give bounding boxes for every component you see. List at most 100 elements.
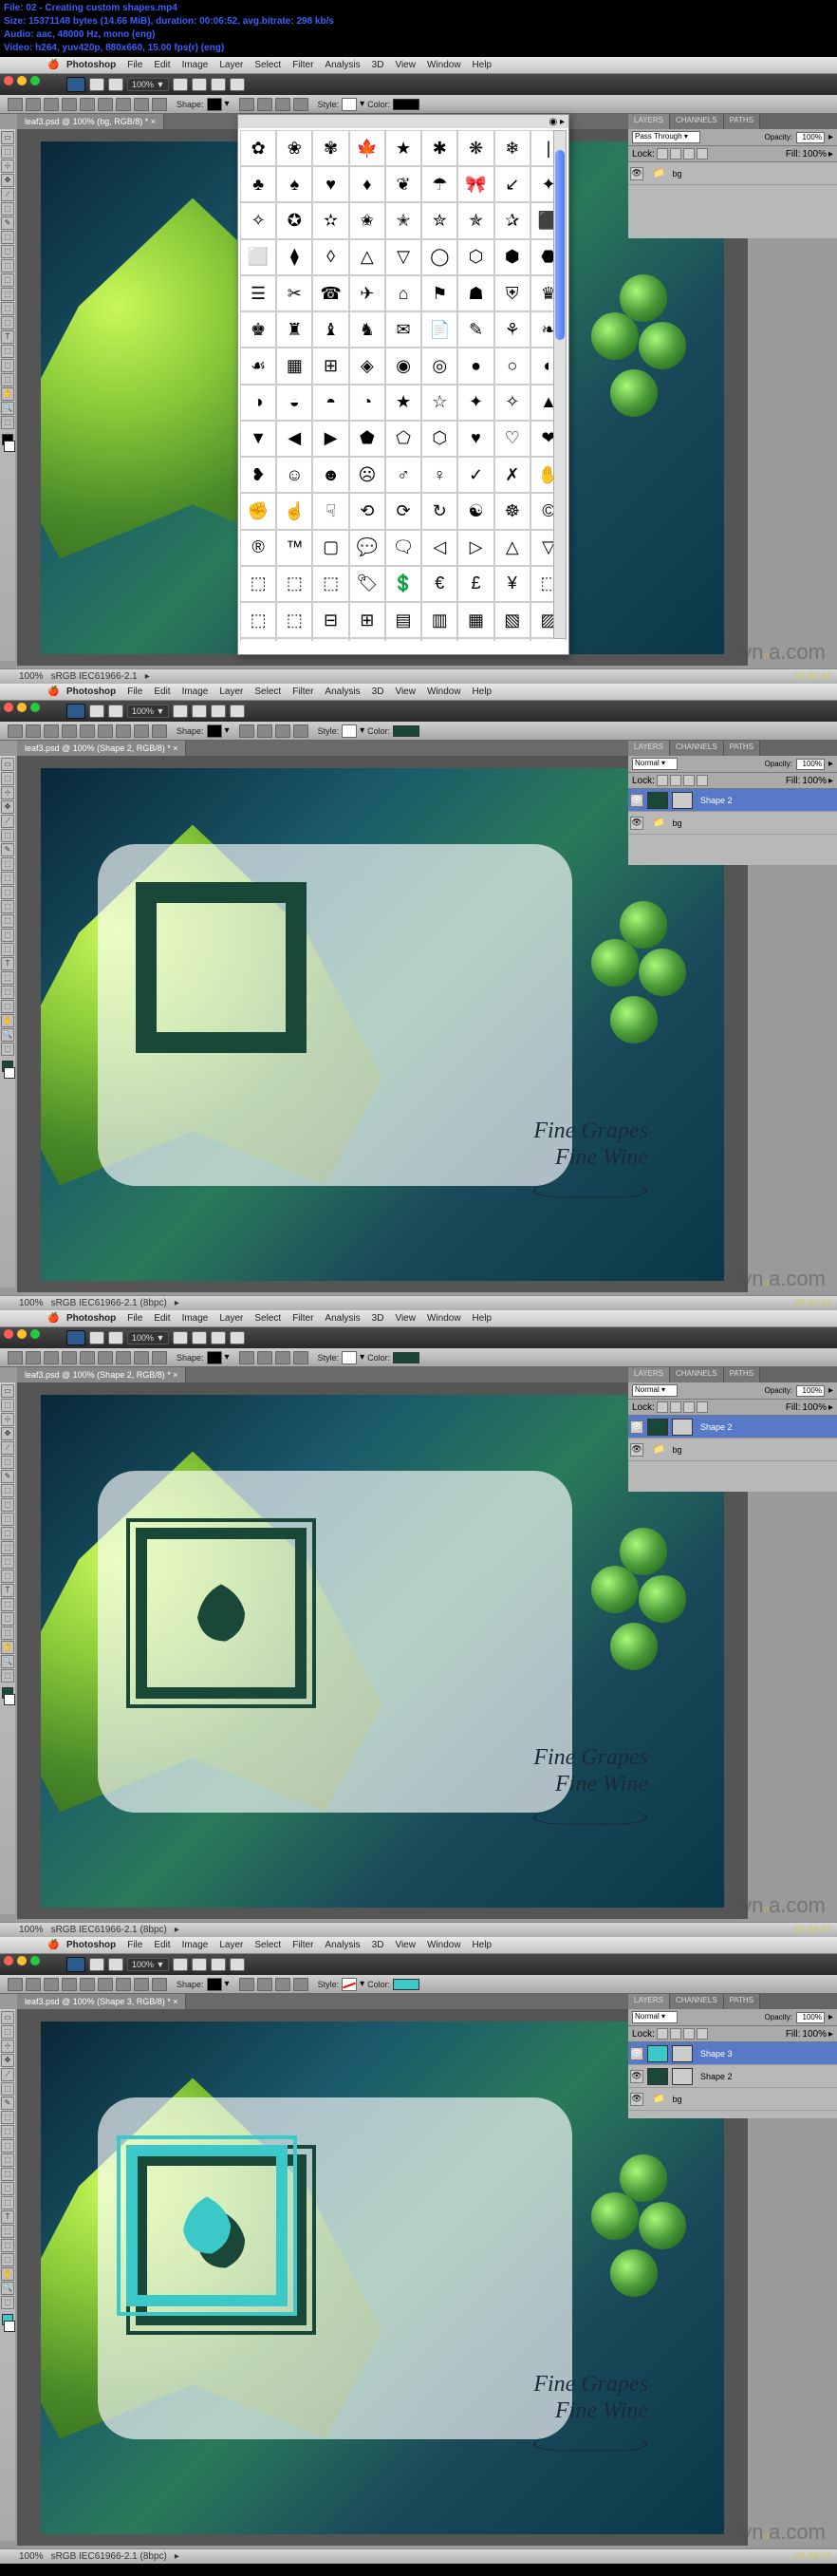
shape-preset-25[interactable]: ✰ bbox=[494, 202, 530, 238]
layer-row-bg[interactable]: 👁 📁 bg bbox=[628, 812, 837, 835]
optbar-tool-4[interactable] bbox=[80, 98, 95, 111]
color-swatch[interactable] bbox=[393, 725, 419, 737]
view-icon[interactable] bbox=[230, 705, 245, 718]
style-swatch[interactable] bbox=[342, 1351, 357, 1364]
tool-20[interactable]: ⬚ bbox=[1, 416, 14, 429]
tool-4[interactable]: ⟋ bbox=[1, 815, 14, 828]
shape-preset-94[interactable]: ⟳ bbox=[385, 493, 421, 529]
menu-image[interactable]: Image bbox=[182, 60, 209, 70]
hand-tool-icon[interactable] bbox=[108, 78, 123, 91]
opacity-input[interactable]: 100% bbox=[796, 132, 825, 143]
panel-tab-layers[interactable]: LAYERS bbox=[628, 114, 670, 129]
optbar-tool-2[interactable] bbox=[44, 1351, 59, 1364]
ps-icon[interactable] bbox=[66, 77, 85, 92]
tool-0[interactable]: ▭ bbox=[1, 758, 14, 771]
tool-11[interactable]: ⬚ bbox=[1, 914, 14, 928]
status-zoom[interactable]: 100% bbox=[19, 1925, 44, 1935]
picker-menu-icon[interactable]: ◉ ▸ bbox=[549, 117, 565, 127]
layer-row-Shape-2[interactable]: 👁 Shape 2 bbox=[628, 2065, 837, 2088]
layer-name[interactable]: bg bbox=[668, 2095, 681, 2104]
shape-preset-81[interactable]: ❥ bbox=[240, 457, 276, 493]
menu-layer[interactable]: Layer bbox=[219, 1940, 243, 1950]
shape-preset-72[interactable]: ▼ bbox=[240, 421, 276, 457]
optbar-tool-3[interactable] bbox=[62, 724, 77, 738]
layer-row-bg[interactable]: 👁 📁 bg bbox=[628, 1438, 837, 1461]
visibility-icon[interactable]: 👁 bbox=[630, 1443, 643, 1457]
shape-preset-59[interactable]: ◎ bbox=[421, 348, 457, 384]
optbar-tool-3[interactable] bbox=[62, 1351, 77, 1364]
lock-pixels-icon[interactable] bbox=[670, 2028, 681, 2040]
style-swatch[interactable] bbox=[342, 1978, 357, 1991]
lock-pixels-icon[interactable] bbox=[670, 1401, 681, 1413]
visibility-icon[interactable]: 👁 bbox=[630, 1420, 643, 1434]
shape-preset-110[interactable]: ⬚ bbox=[312, 566, 348, 602]
tool-11[interactable]: ⬚ bbox=[1, 1541, 14, 1554]
shape-preset-96[interactable]: ☯ bbox=[457, 493, 493, 529]
visibility-icon[interactable]: 👁 bbox=[630, 794, 643, 807]
layer-thumb[interactable] bbox=[647, 792, 668, 809]
pathop-icon[interactable] bbox=[239, 724, 254, 738]
layer-name[interactable]: Shape 2 bbox=[697, 2072, 733, 2081]
document-tab[interactable]: leaf3.psd @ 100% (Shape 2, RGB/8) * × bbox=[17, 741, 186, 756]
optbar-tool-2[interactable] bbox=[44, 98, 59, 111]
shape-preset-6[interactable]: ❋ bbox=[457, 130, 493, 166]
lock-position-icon[interactable] bbox=[683, 1401, 695, 1413]
shape-preset-16[interactable]: ↙ bbox=[494, 166, 530, 202]
tool-11[interactable]: ⬚ bbox=[1, 2168, 14, 2181]
shape-preset-46[interactable]: ♜ bbox=[276, 311, 312, 348]
menu-window[interactable]: Window bbox=[427, 60, 461, 70]
background-swatch[interactable] bbox=[4, 1694, 15, 1705]
shape-preset-78[interactable]: ♥ bbox=[457, 421, 493, 457]
status-zoom[interactable]: 100% bbox=[19, 1298, 44, 1308]
view-icon[interactable] bbox=[211, 1331, 226, 1344]
tool-1[interactable]: ⬚ bbox=[1, 2025, 14, 2039]
window-controls[interactable] bbox=[4, 1956, 40, 1965]
shape-preset-50[interactable]: 📄 bbox=[421, 311, 457, 348]
pathop-icon[interactable] bbox=[239, 1978, 254, 1991]
tool-15[interactable]: ⬚ bbox=[1, 1598, 14, 1611]
shape-preset-120[interactable]: ⊞ bbox=[349, 602, 385, 638]
tool-17[interactable]: ⬚ bbox=[1, 2253, 14, 2266]
menu-view[interactable]: View bbox=[395, 686, 416, 697]
optbar-tool-4[interactable] bbox=[80, 1351, 95, 1364]
tool-5[interactable]: ⬚ bbox=[1, 829, 14, 842]
shape-preset-56[interactable]: ⊞ bbox=[312, 348, 348, 384]
shape-preset-93[interactable]: ⟲ bbox=[349, 493, 385, 529]
tool-20[interactable]: ⬚ bbox=[1, 2296, 14, 2309]
tool-2[interactable]: ⊹ bbox=[1, 160, 14, 173]
shape-preset-10[interactable]: ♠ bbox=[276, 166, 312, 202]
pathop-icon[interactable] bbox=[257, 724, 272, 738]
tool-19[interactable]: 🔍 bbox=[1, 2282, 14, 2295]
menu-filter[interactable]: Filter bbox=[292, 686, 313, 697]
panel-tab-channels[interactable]: CHANNELS bbox=[670, 1994, 724, 2009]
shape-preset-77[interactable]: ⬡ bbox=[421, 421, 457, 457]
shape-preset-67[interactable]: ★ bbox=[385, 385, 421, 421]
hand-tool-icon[interactable] bbox=[89, 1331, 104, 1344]
window-controls[interactable] bbox=[4, 1329, 40, 1339]
lock-all-icon[interactable] bbox=[697, 775, 708, 786]
document-tab[interactable]: leaf3.psd @ 100% (bg, RGB/8) * × bbox=[17, 114, 164, 129]
optbar-tool-6[interactable] bbox=[116, 98, 131, 111]
shape-preset-45[interactable]: ♚ bbox=[240, 311, 276, 348]
shape-preset-31[interactable]: ▽ bbox=[385, 239, 421, 275]
shape-preset-85[interactable]: ♂ bbox=[385, 457, 421, 493]
shape-preset-55[interactable]: ▦ bbox=[276, 348, 312, 384]
shape-preset-121[interactable]: ▤ bbox=[385, 602, 421, 638]
visibility-icon[interactable]: 👁 bbox=[630, 2070, 643, 2083]
shape-preset-103[interactable]: 🗨 bbox=[385, 530, 421, 566]
lock-position-icon[interactable] bbox=[683, 148, 695, 160]
tool-3[interactable]: ✥ bbox=[1, 800, 14, 814]
tool-10[interactable]: ⬚ bbox=[1, 1527, 14, 1540]
tool-5[interactable]: ⬚ bbox=[1, 1456, 14, 1469]
menu-analysis[interactable]: Analysis bbox=[325, 1313, 360, 1324]
panel-tab-layers[interactable]: LAYERS bbox=[628, 741, 670, 756]
optbar-tool-5[interactable] bbox=[98, 98, 113, 111]
tool-12[interactable]: ⬚ bbox=[1, 1555, 14, 1569]
tool-1[interactable]: ⬚ bbox=[1, 772, 14, 785]
lock-all-icon[interactable] bbox=[697, 1401, 708, 1413]
background-swatch[interactable] bbox=[4, 441, 15, 452]
shape-preset-68[interactable]: ☆ bbox=[421, 385, 457, 421]
shape-preset-11[interactable]: ♥ bbox=[312, 166, 348, 202]
shape-preset-24[interactable]: ✯ bbox=[457, 202, 493, 238]
tool-8[interactable]: ⬚ bbox=[1, 872, 14, 885]
